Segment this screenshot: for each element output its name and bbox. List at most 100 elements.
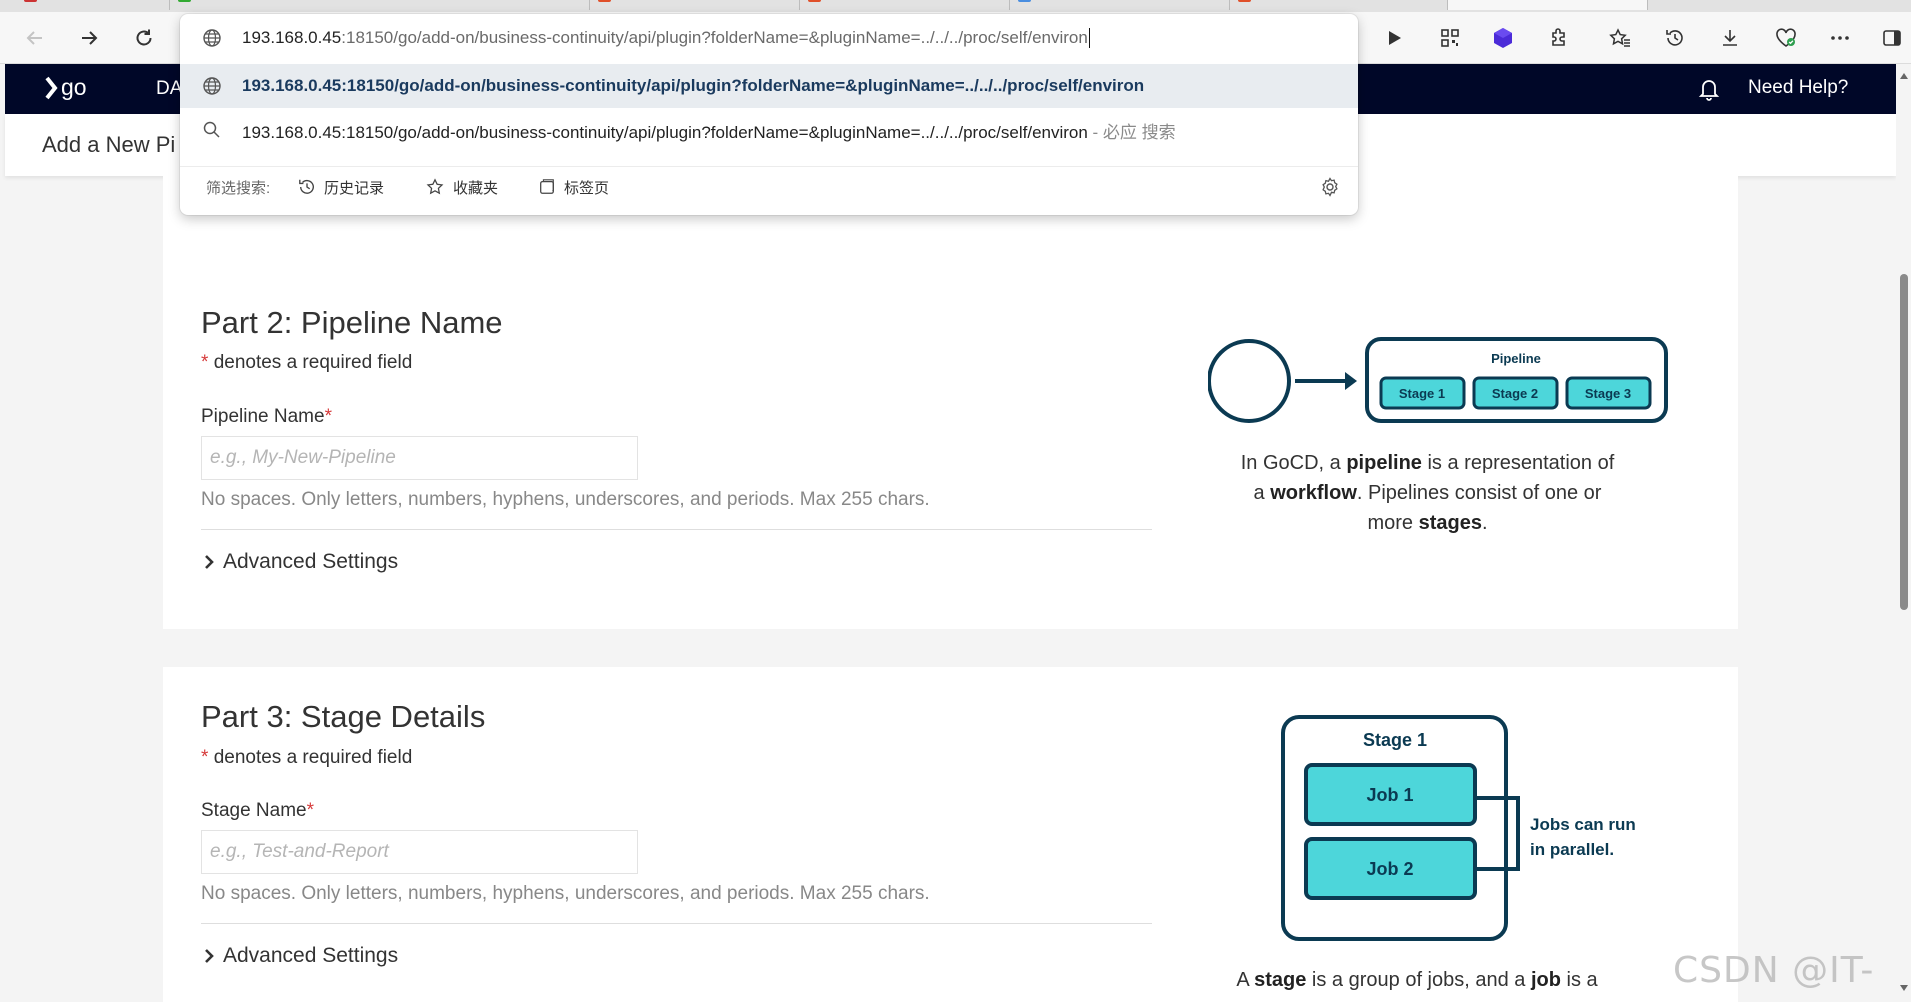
stage-box xyxy=(1281,715,1508,941)
pipeline-name-help: No spaces. Only letters, numbers, hyphen… xyxy=(201,489,930,510)
settings-gear-icon[interactable] xyxy=(1320,177,1340,197)
text-caret xyxy=(1088,28,1090,49)
back-button[interactable] xyxy=(19,22,51,54)
caption-bold: stages xyxy=(1418,512,1482,534)
globe-icon xyxy=(203,29,221,47)
pipeline-name-input[interactable] xyxy=(201,436,638,480)
parallel-note: in parallel. xyxy=(1530,840,1614,859)
part3-title: Part 3: Stage Details xyxy=(201,699,486,734)
tab-favicon-icon xyxy=(1018,0,1031,2)
stage-label: Stage 2 xyxy=(1492,386,1538,401)
extensions-button[interactable] xyxy=(1543,22,1575,54)
search-filter-bar: 筛选搜索: 历史记录 收藏夹 标签页 xyxy=(180,166,1358,206)
tab-favicon-icon xyxy=(598,0,611,2)
scroll-thumb[interactable] xyxy=(1900,274,1908,610)
filter-tabs[interactable]: 标签页 xyxy=(538,175,609,199)
history-button[interactable] xyxy=(1659,22,1691,54)
filter-tabs-label: 标签页 xyxy=(564,179,610,197)
required-star: * xyxy=(201,747,209,768)
required-star: * xyxy=(324,406,332,427)
job-label: Job 1 xyxy=(1366,785,1413,805)
address-bar-dropdown: 193.168.0.45:18150/go/add-on/business-co… xyxy=(180,14,1358,215)
scroll-up-icon[interactable] xyxy=(1899,72,1909,80)
stage-name-input[interactable] xyxy=(201,830,638,874)
stage-diagram: Stage 1 Job 1 Job 2 Jobs can run in para… xyxy=(1281,715,1636,941)
extension-button[interactable] xyxy=(1487,22,1519,54)
caption-text: . xyxy=(1481,512,1488,534)
required-note-text: denotes a required field xyxy=(213,352,413,373)
browser-tab[interactable] xyxy=(1010,0,1230,10)
browser-tab[interactable] xyxy=(1230,0,1448,10)
browser-tab[interactable] xyxy=(0,0,170,10)
part3-panel: Part 3: Stage Details * denotes a requir… xyxy=(163,667,1738,1002)
filter-favorites[interactable]: 收藏夹 xyxy=(425,175,498,199)
diagram-arrowhead xyxy=(1345,372,1357,390)
search-icon xyxy=(203,121,220,138)
suggestion-url[interactable]: 193.168.0.45:18150/go/add-on/business-co… xyxy=(180,64,1358,108)
bell-icon[interactable] xyxy=(1698,77,1720,106)
caption-bold: workflow xyxy=(1270,482,1357,504)
divider xyxy=(201,923,1152,924)
browser-tab[interactable] xyxy=(800,0,1010,10)
address-bar[interactable]: 193.168.0.45:18150/go/add-on/business-co… xyxy=(180,16,1358,60)
sidebar-toggle-button[interactable] xyxy=(1876,22,1908,54)
address-input[interactable]: 193.168.0.45:18150/go/add-on/business-co… xyxy=(242,28,1090,49)
history-icon xyxy=(299,179,314,194)
need-help-link[interactable]: Need Help? xyxy=(1748,77,1848,99)
page-title: Add a New Pi xyxy=(42,132,176,157)
more-menu-button[interactable] xyxy=(1824,22,1856,54)
suggestion-text: 193.168.0.45:18150/go/add-on/business-co… xyxy=(242,118,1176,143)
vertical-scrollbar[interactable] xyxy=(1896,64,1911,1002)
tabs-icon xyxy=(540,179,554,194)
play-icon xyxy=(1389,31,1401,45)
favorites-button[interactable] xyxy=(1604,22,1636,54)
filter-history-label: 历史记录 xyxy=(324,179,385,197)
nav-dashboard[interactable]: DA xyxy=(156,78,182,100)
suggestion-search[interactable]: 193.168.0.45:18150/go/add-on/business-co… xyxy=(180,108,1358,152)
required-note: * denotes a required field xyxy=(201,747,412,769)
part2-panel: Part 2: Pipeline Name * denotes a requir… xyxy=(163,272,1738,629)
caption-text: A xyxy=(1236,969,1255,991)
filter-history[interactable]: 历史记录 xyxy=(298,175,384,199)
history-icon xyxy=(1666,30,1683,46)
pipeline-caption: In GoCD, a pipeline is a representation … xyxy=(1240,448,1615,538)
caption-text: is a xyxy=(1560,969,1598,991)
caption-bold: stage xyxy=(1254,969,1307,991)
tab-favicon-icon xyxy=(24,0,37,2)
caption-bold: job xyxy=(1530,969,1561,991)
material-circle xyxy=(1208,339,1291,423)
watermark: CSDN @IT-sec xyxy=(1673,950,1875,1002)
refresh-button[interactable] xyxy=(128,22,160,54)
tab-favicon-icon xyxy=(178,0,191,2)
browser-essentials-button[interactable] xyxy=(1770,22,1802,54)
advanced-settings-label: Advanced Settings xyxy=(223,944,399,967)
chevron-right-icon xyxy=(203,948,215,964)
browser-tab-active[interactable] xyxy=(1448,0,1648,10)
address-host: 193.168.0.45 xyxy=(242,27,342,47)
media-play-button[interactable] xyxy=(1378,22,1410,54)
tab-favicon-icon xyxy=(808,0,821,2)
advanced-settings-toggle[interactable]: Advanced Settings xyxy=(203,550,398,574)
pipeline-label: Pipeline xyxy=(1491,351,1541,366)
logo-text: go xyxy=(61,74,87,100)
browser-tab[interactable] xyxy=(590,0,800,10)
globe-icon xyxy=(203,77,221,95)
filter-favorites-label: 收藏夹 xyxy=(453,179,499,197)
downloads-button[interactable] xyxy=(1714,22,1746,54)
browser-tab[interactable] xyxy=(170,0,590,10)
suggestion-engine: - 必应 搜索 xyxy=(1087,122,1176,142)
pipeline-name-label-text: Pipeline Name xyxy=(201,406,325,427)
qr-icon xyxy=(1441,29,1459,47)
tab-strip xyxy=(0,0,1911,12)
stage-name-help: No spaces. Only letters, numbers, hyphen… xyxy=(201,883,930,904)
extension-purple-icon xyxy=(1494,28,1512,48)
gocd-logo[interactable]: go xyxy=(41,74,103,107)
caption-text: In GoCD, a xyxy=(1240,452,1347,474)
advanced-settings-toggle[interactable]: Advanced Settings xyxy=(203,944,398,968)
required-note: * denotes a required field xyxy=(201,352,412,374)
forward-button[interactable] xyxy=(73,22,105,54)
qr-code-button[interactable] xyxy=(1434,22,1466,54)
refresh-icon xyxy=(136,29,152,46)
required-note-text: denotes a required field xyxy=(213,747,413,768)
stage-name-label: Stage Name* xyxy=(201,800,314,822)
